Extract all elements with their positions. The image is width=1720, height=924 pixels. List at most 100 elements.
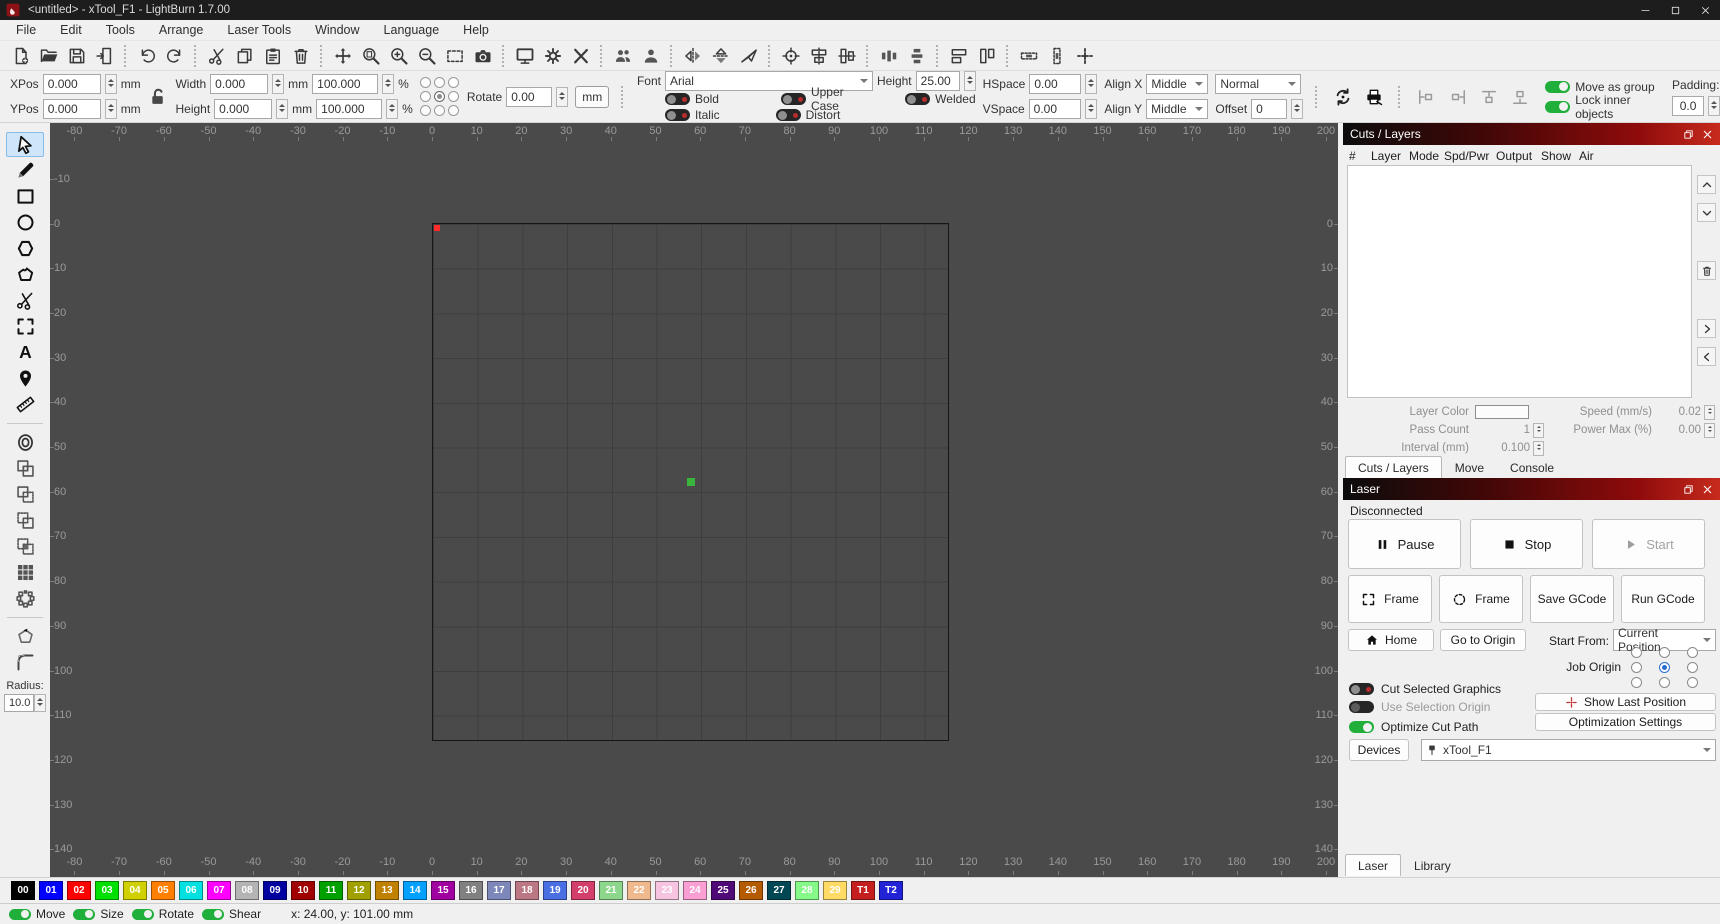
layer-down-button[interactable] (1697, 203, 1716, 222)
dock-top-button[interactable] (1477, 83, 1501, 110)
units-button[interactable]: mm (575, 85, 610, 108)
text-tool-tool[interactable]: A (6, 340, 44, 365)
copy-button[interactable] (231, 42, 259, 69)
redo-button[interactable] (161, 42, 189, 69)
variable-text-button[interactable] (1362, 83, 1386, 110)
tools-button[interactable] (567, 42, 595, 69)
hspace-field[interactable]: 0.00 (1029, 74, 1082, 94)
width-percent-field[interactable]: 100.000 (312, 74, 379, 94)
height-field[interactable]: 0.000 (214, 99, 273, 119)
polygon-tool[interactable] (6, 236, 44, 261)
mirror-free-button[interactable] (735, 42, 763, 69)
anchor-point-8[interactable] (447, 104, 459, 116)
align-y-button[interactable] (833, 42, 861, 69)
boolean-weld-tool[interactable] (6, 456, 44, 481)
job-origin-radio-0[interactable] (1631, 647, 1642, 658)
delete-button[interactable] (287, 42, 315, 69)
frame-square-button[interactable]: Frame (1348, 575, 1432, 623)
zoom-page-button[interactable] (357, 42, 385, 69)
welded-toggle[interactable]: Welded (905, 92, 976, 107)
boolean-intersect-tool[interactable] (6, 508, 44, 533)
palette-swatch-15[interactable]: 15 (431, 881, 455, 900)
pass-count-value[interactable]: 1 (1475, 424, 1533, 436)
layer-next-button[interactable] (1697, 319, 1716, 338)
status-toggle-shear[interactable]: Shear (202, 907, 261, 921)
lock-inner-objects-toggle[interactable]: Lock inner objects (1545, 93, 1655, 121)
job-origin-radio-5[interactable] (1687, 662, 1698, 673)
palette-swatch-07[interactable]: 07 (207, 881, 231, 900)
optimize-cut-path-toggle[interactable]: Optimize Cut Path (1349, 720, 1478, 734)
tab-library[interactable]: Library (1401, 854, 1464, 876)
preview-button[interactable] (511, 42, 539, 69)
optimization-settings-button[interactable]: Optimization Settings (1535, 713, 1716, 731)
alignx-dropdown[interactable]: Middle (1146, 74, 1209, 94)
pause-button[interactable]: Pause (1348, 519, 1461, 569)
job-origin-radio-4[interactable] (1659, 662, 1670, 673)
aligny-dropdown[interactable]: Middle (1146, 99, 1209, 119)
width-spinner[interactable] (272, 74, 285, 94)
palette-swatch-00[interactable]: 00 (11, 881, 35, 900)
palette-swatch-26[interactable]: 26 (739, 881, 763, 900)
power-max-value[interactable]: 0.00 (1658, 424, 1704, 436)
round-corner-tool[interactable] (6, 650, 44, 675)
width-percent-spinner[interactable] (382, 74, 395, 94)
paste-button[interactable] (259, 42, 287, 69)
rectangle-tool[interactable] (6, 184, 44, 209)
palette-swatch-11[interactable]: 11 (319, 881, 343, 900)
start-button[interactable]: Start (1592, 519, 1705, 569)
devices-button[interactable]: Devices (1349, 739, 1409, 761)
settings-button[interactable] (539, 42, 567, 69)
dock-right-button[interactable] (1445, 83, 1469, 110)
layer-color-swatch[interactable] (1475, 405, 1529, 419)
palette-swatch-23[interactable]: 23 (655, 881, 679, 900)
ungroup-user-button[interactable] (637, 42, 665, 69)
mirror-h-button[interactable] (707, 42, 735, 69)
tab-move[interactable]: Move (1442, 456, 1497, 478)
padding-spinner[interactable] (1708, 96, 1720, 116)
palette-swatch-24[interactable]: 24 (683, 881, 707, 900)
cut-selected-graphics-toggle[interactable]: Cut Selected Graphics (1349, 682, 1501, 696)
speed-spinner[interactable] (1704, 404, 1715, 420)
uppercase-toggle[interactable]: Upper Case (780, 85, 865, 113)
dock-left-button[interactable] (1414, 83, 1438, 110)
palette-swatch-14[interactable]: 14 (403, 881, 427, 900)
layer-delete-button[interactable] (1697, 261, 1716, 280)
column-header-spd-pwr[interactable]: Spd/Pwr (1444, 149, 1496, 163)
palette-swatch-01[interactable]: 01 (39, 881, 63, 900)
offset-field[interactable]: 0 (1251, 99, 1288, 119)
job-origin-grid[interactable] (1631, 647, 1715, 692)
anchor-point-4[interactable] (433, 90, 445, 102)
column-header-mode[interactable]: Mode (1409, 149, 1444, 163)
open-button[interactable] (35, 42, 63, 69)
palette-swatch-08[interactable]: 08 (235, 881, 259, 900)
hspace-spinner[interactable] (1085, 74, 1098, 94)
minimize-button[interactable] (1630, 0, 1660, 20)
select-tool[interactable] (6, 132, 44, 157)
move-y-button[interactable] (1043, 42, 1071, 69)
size-width-button[interactable] (945, 42, 973, 69)
text-height-spinner[interactable] (963, 70, 976, 91)
width-field[interactable]: 0.000 (210, 74, 269, 94)
anchor-point-7[interactable] (433, 104, 445, 116)
origin-target-button[interactable] (777, 42, 805, 69)
job-origin-radio-2[interactable] (1687, 647, 1698, 658)
refresh-text-button[interactable] (1331, 83, 1355, 110)
undo-button[interactable] (133, 42, 161, 69)
xpos-field[interactable]: 0.000 (42, 74, 101, 94)
tab-console[interactable]: Console (1497, 456, 1567, 478)
status-toggle-rotate[interactable]: Rotate (131, 907, 194, 921)
move-x-button[interactable] (1015, 42, 1043, 69)
speed-value[interactable]: 0.02 (1658, 406, 1704, 418)
palette-swatch-29[interactable]: 29 (823, 881, 847, 900)
layer-up-button[interactable] (1697, 175, 1716, 194)
palette-swatch-T2[interactable]: T2 (879, 881, 903, 900)
close-panel-icon[interactable] (1702, 484, 1713, 495)
align-x-button[interactable] (805, 42, 833, 69)
palette-swatch-04[interactable]: 04 (123, 881, 147, 900)
new-file-button[interactable] (7, 42, 35, 69)
padding-field[interactable]: 0.0 (1672, 96, 1705, 116)
palette-swatch-20[interactable]: 20 (571, 881, 595, 900)
layer-list[interactable] (1347, 165, 1692, 398)
measure-tool[interactable] (6, 392, 44, 417)
offset-shapes-tool[interactable] (6, 430, 44, 455)
